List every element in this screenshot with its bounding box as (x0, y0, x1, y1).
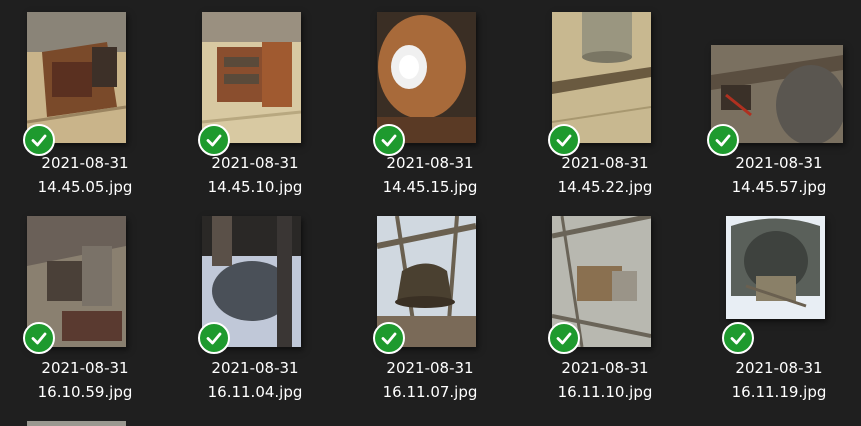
file-label: 2021-08-31 16.10.59.jpg (0, 356, 170, 404)
thumbnail[interactable] (694, 8, 861, 156)
file-label: 2021-08-31 16.11.10.jpg (520, 356, 690, 404)
file-date: 2021-08-31 (561, 154, 649, 172)
file-label: 2021-08-31 14.45.10.jpg (170, 151, 340, 199)
file-label: 2021-08-31 16.11.07.jpg (345, 356, 515, 404)
file-label: 2021-08-31 14.45.22.jpg (520, 151, 690, 199)
file-name: 14.45.57.jpg (731, 178, 827, 196)
check-icon (722, 322, 754, 354)
thumbnail-image (726, 216, 825, 319)
file-name: 14.45.10.jpg (207, 178, 303, 196)
file-date: 2021-08-31 (211, 154, 299, 172)
thumbnail[interactable] (345, 212, 515, 354)
thumbnail[interactable] (694, 212, 861, 354)
file-date: 2021-08-31 (386, 359, 474, 377)
thumbnail[interactable] (520, 8, 690, 156)
file-item[interactable]: 2021-08-31 14.45.57.jpg (694, 8, 861, 208)
file-name: 16.11.04.jpg (207, 383, 303, 401)
file-date: 2021-08-31 (735, 359, 823, 377)
check-icon (23, 322, 55, 354)
thumbnail[interactable] (520, 212, 690, 354)
thumbnail[interactable] (170, 212, 340, 354)
file-name: 14.45.15.jpg (382, 178, 478, 196)
file-date: 2021-08-31 (211, 359, 299, 377)
check-icon (198, 322, 230, 354)
file-label: 2021-08-31 14.45.57.jpg (694, 151, 861, 199)
file-name: 14.45.22.jpg (557, 178, 653, 196)
check-icon (373, 322, 405, 354)
file-date: 2021-08-31 (386, 154, 474, 172)
file-name: 16.11.19.jpg (731, 383, 827, 401)
file-label: 2021-08-31 14.45.05.jpg (0, 151, 170, 199)
file-item[interactable]: 2021-08-31 14.45.15.jpg (345, 8, 515, 208)
file-label: 2021-08-31 16.11.19.jpg (694, 356, 861, 404)
file-item[interactable]: 2021-08-31 16.11.07.jpg (345, 212, 515, 412)
file-name: 14.45.05.jpg (37, 178, 133, 196)
thumbnail-partial[interactable] (27, 421, 126, 426)
file-date: 2021-08-31 (735, 154, 823, 172)
file-name: 16.11.10.jpg (557, 383, 653, 401)
file-date: 2021-08-31 (561, 359, 649, 377)
file-grid: 2021-08-31 14.45.05.jpg 2021-08-31 14.45… (0, 0, 861, 426)
file-date: 2021-08-31 (41, 154, 129, 172)
thumbnail[interactable] (345, 8, 515, 156)
file-item[interactable]: 2021-08-31 16.10.59.jpg (0, 212, 170, 412)
file-name: 16.11.07.jpg (382, 383, 478, 401)
thumbnail[interactable] (170, 8, 340, 156)
file-date: 2021-08-31 (41, 359, 129, 377)
file-name: 16.10.59.jpg (37, 383, 133, 401)
file-item[interactable]: 2021-08-31 16.11.19.jpg (694, 212, 861, 412)
file-item[interactable]: 2021-08-31 14.45.10.jpg (170, 8, 340, 208)
file-item[interactable]: 2021-08-31 14.45.22.jpg (520, 8, 690, 208)
thumbnail[interactable] (0, 8, 170, 156)
file-label: 2021-08-31 16.11.04.jpg (170, 356, 340, 404)
file-label: 2021-08-31 14.45.15.jpg (345, 151, 515, 199)
file-item[interactable]: 2021-08-31 14.45.05.jpg (0, 8, 170, 208)
check-icon (548, 322, 580, 354)
file-item[interactable]: 2021-08-31 16.11.04.jpg (170, 212, 340, 412)
file-item[interactable]: 2021-08-31 16.11.10.jpg (520, 212, 690, 412)
thumbnail[interactable] (0, 212, 170, 354)
